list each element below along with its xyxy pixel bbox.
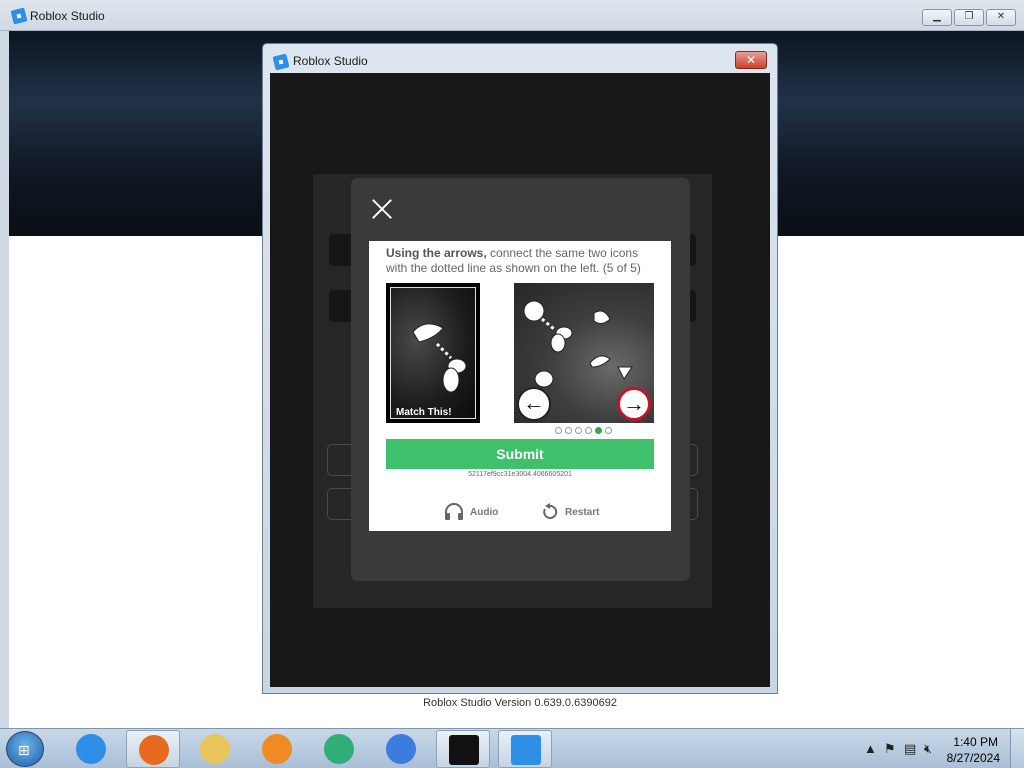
taskbar-item[interactable] — [436, 730, 490, 768]
captcha-challenge: Using the arrows, connect the same two i… — [369, 241, 671, 531]
arrow-right-icon: → — [623, 391, 645, 416]
media-player-icon — [262, 734, 292, 764]
progress-dot — [595, 427, 602, 434]
taskbar-item[interactable] — [64, 730, 118, 768]
clock-date[interactable]: 8/27/2024 — [947, 751, 1000, 765]
progress-dot — [585, 427, 592, 434]
restart-button[interactable]: Restart — [541, 503, 599, 521]
window-title: Roblox Studio — [30, 9, 105, 23]
close-window-button[interactable]: ✕ — [986, 9, 1016, 26]
login-dialog-window: Roblox Studio ✕ Using the arrows, connec… — [262, 43, 778, 694]
taskbar-item[interactable] — [312, 730, 366, 768]
minimize-button[interactable]: ▁ — [922, 9, 952, 26]
puzzle-image: ← → — [514, 283, 654, 423]
submit-button[interactable]: Submit — [386, 439, 654, 469]
progress-dot — [575, 427, 582, 434]
roblox-studio-icon — [10, 7, 28, 25]
close-icon: ✕ — [745, 53, 757, 67]
roblox-studio-icon — [272, 53, 290, 71]
restore-icon: ❐ — [964, 11, 974, 22]
close-icon[interactable] — [371, 198, 393, 220]
taskbar-item[interactable] — [374, 730, 428, 768]
chrome-icon — [386, 734, 416, 764]
volume-muted-icon[interactable]: 🔇︎ — [924, 741, 932, 757]
taskbar: ⊞ ▲ ⚑ ▤ 🔇︎ 1:40 PM 8/27/2024 — [0, 728, 1024, 768]
dialog-body: Using the arrows, connect the same two i… — [270, 73, 770, 687]
taskbar-item[interactable] — [250, 730, 304, 768]
window-frame — [0, 31, 9, 728]
headphones-icon — [445, 503, 463, 520]
firefox-icon — [139, 735, 169, 765]
left-arrow-button[interactable]: ← — [517, 387, 551, 421]
outer-titlebar: Roblox Studio ▁ ❐ ✕ — [0, 0, 1024, 31]
progress-dots — [555, 427, 612, 434]
edge-icon — [324, 734, 354, 764]
show-hidden-icons-icon[interactable]: ▲ — [864, 741, 877, 756]
show-desktop-button[interactable] — [1010, 729, 1024, 768]
network-icon[interactable]: ▤ — [904, 741, 916, 757]
right-arrow-button[interactable]: → — [617, 387, 651, 421]
version-label: Roblox Studio Version 0.639.0.6390692 — [423, 697, 617, 709]
action-center-flag-icon[interactable]: ⚑ — [884, 741, 896, 757]
progress-dot — [605, 427, 612, 434]
system-tray: ▲ ⚑ ▤ 🔇︎ 1:40 PM 8/27/2024 — [844, 729, 1024, 768]
match-label: Match This! — [396, 407, 452, 418]
instructions-bold: Using the arrows, — [386, 246, 487, 260]
restart-icon — [543, 503, 558, 519]
dialog-title: Roblox Studio — [293, 54, 368, 68]
taskbar-item[interactable] — [188, 730, 242, 768]
start-button[interactable]: ⊞ — [6, 731, 44, 767]
restart-label: Restart — [565, 506, 600, 518]
restore-button[interactable]: ❐ — [954, 9, 984, 26]
windows-logo-icon: ⊞ — [18, 742, 30, 758]
captcha-instructions: Using the arrows, connect the same two i… — [386, 246, 656, 276]
progress-dot — [565, 427, 572, 434]
match-example-image: Match This! — [386, 283, 480, 423]
internet-explorer-icon — [76, 734, 106, 764]
progress-dot — [555, 427, 562, 434]
taskbar-item[interactable] — [126, 730, 180, 768]
command-prompt-icon — [449, 735, 479, 765]
close-icon: ✕ — [996, 11, 1006, 22]
match-example-illustration — [412, 323, 467, 393]
file-explorer-icon — [200, 734, 230, 764]
roblox-studio-icon — [511, 735, 541, 765]
captcha-modal: Using the arrows, connect the same two i… — [351, 178, 690, 581]
audio-label: Audio — [470, 506, 499, 518]
clock-time[interactable]: 1:40 PM — [953, 735, 998, 749]
audio-button[interactable]: Audio — [444, 503, 498, 521]
minimize-icon: ▁ — [933, 11, 941, 22]
session-id: 52117ef9cc31e3004.4066605201 — [468, 471, 572, 478]
arrow-left-icon: ← — [523, 390, 545, 415]
taskbar-item[interactable] — [498, 730, 552, 768]
dialog-close-button[interactable]: ✕ — [735, 51, 767, 69]
